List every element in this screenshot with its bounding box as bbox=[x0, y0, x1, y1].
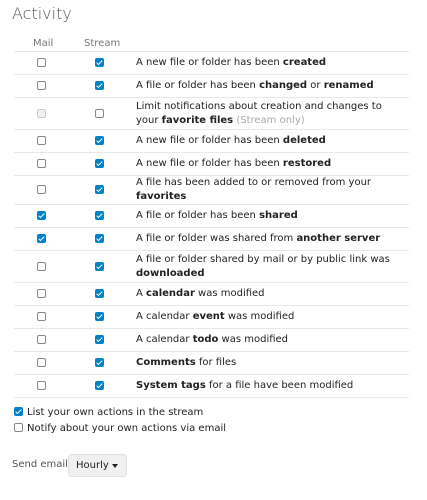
mail-checkbox[interactable] bbox=[36, 312, 46, 321]
stream-checkbox[interactable] bbox=[94, 335, 104, 344]
mail-checkbox[interactable] bbox=[36, 289, 46, 298]
stream-checkbox[interactable] bbox=[94, 58, 104, 67]
table-row: Comments for files bbox=[14, 351, 409, 375]
table-row: Limit notifications about creation and c… bbox=[14, 97, 409, 130]
activity-description: A file or folder has been shared bbox=[130, 204, 409, 228]
table-row: A file or folder has been shared bbox=[14, 204, 409, 228]
mail-checkbox[interactable] bbox=[36, 58, 46, 67]
table-row: A file has been added to or removed from… bbox=[14, 175, 409, 205]
stream-checkbox[interactable] bbox=[94, 81, 104, 90]
page-title: Activity bbox=[12, 4, 72, 23]
activity-description: A file has been added to or removed from… bbox=[130, 175, 409, 205]
stream-checkbox[interactable] bbox=[94, 159, 104, 168]
table-row: A new file or folder has been deleted bbox=[14, 129, 409, 153]
stream-checkbox[interactable] bbox=[94, 234, 104, 243]
table-row: System tags for a file have been modifie… bbox=[14, 374, 409, 398]
activity-description: A new file or folder has been created bbox=[130, 51, 409, 75]
table-row: A calendar todo was modified bbox=[14, 328, 409, 352]
mail-checkbox[interactable] bbox=[36, 185, 46, 194]
stream-checkbox[interactable] bbox=[94, 261, 104, 271]
table-row: A calendar event was modified bbox=[14, 305, 409, 329]
mail-column-header: Mail bbox=[33, 38, 54, 49]
own-actions-stream-option[interactable]: List your own actions in the stream bbox=[14, 406, 204, 418]
activity-description: A calendar was modified bbox=[130, 282, 409, 306]
activity-description: Limit notifications about creation and c… bbox=[130, 97, 409, 130]
mail-checkbox[interactable] bbox=[36, 358, 46, 367]
stream-checkbox[interactable] bbox=[94, 108, 104, 118]
caret-down-icon bbox=[112, 464, 118, 468]
send-emails-label: Send emails: bbox=[12, 459, 77, 470]
notify-own-email-label: Notify about your own actions via email bbox=[27, 423, 226, 434]
table-row: A file or folder shared by mail or by pu… bbox=[14, 250, 409, 283]
activity-description: Comments for files bbox=[130, 351, 409, 375]
table-row: A new file or folder has been created bbox=[14, 51, 409, 75]
mail-checkbox[interactable] bbox=[36, 335, 46, 344]
table-row: A file or folder has been changed or ren… bbox=[14, 74, 409, 98]
activity-description: A file or folder has been changed or ren… bbox=[130, 74, 409, 98]
send-emails-value: Hourly bbox=[76, 460, 109, 471]
stream-checkbox[interactable] bbox=[94, 136, 104, 145]
stream-checkbox[interactable] bbox=[94, 289, 104, 298]
activity-description: A calendar todo was modified bbox=[130, 328, 409, 352]
mail-checkbox[interactable] bbox=[36, 136, 46, 145]
stream-column-header: Stream bbox=[84, 38, 121, 49]
table-row: A file or folder was shared from another… bbox=[14, 227, 409, 251]
mail-checkbox[interactable] bbox=[36, 159, 46, 168]
activity-description: A new file or folder has been deleted bbox=[130, 129, 409, 153]
mail-checkbox[interactable] bbox=[36, 81, 46, 90]
mail-checkbox bbox=[36, 108, 46, 118]
mail-checkbox[interactable] bbox=[36, 381, 46, 390]
mail-checkbox[interactable] bbox=[36, 234, 46, 243]
table-row: A new file or folder has been restored bbox=[14, 152, 409, 176]
activity-description: A file or folder shared by mail or by pu… bbox=[130, 250, 409, 283]
stream-checkbox[interactable] bbox=[94, 358, 104, 367]
activity-description: A new file or folder has been restored bbox=[130, 152, 409, 176]
activity-description: A file or folder was shared from another… bbox=[130, 227, 409, 251]
own-actions-stream-label: List your own actions in the stream bbox=[27, 407, 204, 418]
own-actions-stream-checkbox[interactable] bbox=[14, 406, 23, 416]
stream-checkbox[interactable] bbox=[94, 312, 104, 321]
stream-checkbox[interactable] bbox=[94, 381, 104, 390]
mail-checkbox[interactable] bbox=[36, 211, 46, 220]
activity-description: System tags for a file have been modifie… bbox=[130, 374, 409, 398]
activity-description: A calendar event was modified bbox=[130, 305, 409, 329]
stream-checkbox[interactable] bbox=[94, 185, 104, 194]
table-row: A calendar was modified bbox=[14, 282, 409, 306]
notify-own-email-option[interactable]: Notify about your own actions via email bbox=[14, 422, 226, 434]
send-emails-select[interactable]: Hourly bbox=[68, 454, 127, 477]
stream-checkbox[interactable] bbox=[94, 211, 104, 220]
notify-own-email-checkbox[interactable] bbox=[14, 422, 23, 432]
activity-settings-table: A new file or folder has been created A … bbox=[14, 51, 409, 398]
mail-checkbox[interactable] bbox=[36, 261, 46, 271]
